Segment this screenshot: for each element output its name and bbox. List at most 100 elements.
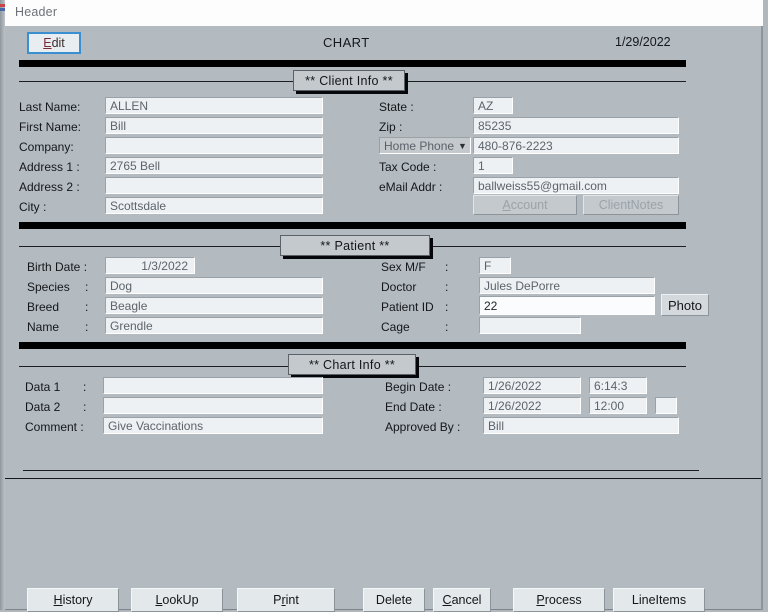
input-tax-code[interactable]: 1: [473, 157, 513, 174]
colon-species: :: [85, 280, 89, 294]
label-end-date: End Date :: [385, 400, 442, 414]
colon-sex: :: [445, 260, 449, 274]
input-end-time[interactable]: 12:00: [589, 397, 647, 414]
colon-data-1: :: [83, 380, 87, 394]
input-zip[interactable]: 85235: [473, 117, 679, 134]
history-button[interactable]: History: [27, 588, 119, 612]
colon-breed: :: [85, 300, 89, 314]
colon-data-2: :: [83, 400, 87, 414]
colon-patient-name: :: [85, 320, 89, 334]
phone-type-select[interactable]: Home Phone ▼: [379, 137, 471, 154]
cancel-button[interactable]: Cancel: [433, 588, 491, 612]
input-begin-time[interactable]: 6:14:3: [589, 377, 647, 394]
colon-patient-id: :: [445, 300, 449, 314]
account-button-label: ccount: [510, 198, 548, 212]
input-begin-date[interactable]: 1/26/2022: [483, 377, 581, 394]
input-city[interactable]: Scottsdale: [105, 197, 323, 214]
history-button-label: istory: [62, 593, 93, 607]
chevron-down-icon: ▼: [458, 140, 467, 151]
label-comment: Comment :: [25, 420, 84, 434]
label-state: State :: [379, 100, 414, 114]
window-title: Header: [15, 5, 58, 19]
input-end-extra[interactable]: [655, 397, 677, 414]
page-title: CHART: [323, 35, 370, 50]
input-sex[interactable]: F: [479, 257, 511, 274]
lineitems-button[interactable]: LineItems: [613, 588, 705, 612]
input-phone-number[interactable]: 480-876-2223: [473, 137, 679, 154]
input-patient-name[interactable]: Grendle: [105, 317, 323, 334]
chart-form: Edit CHART 1/29/2022 ** Client Info ** L…: [5, 26, 763, 612]
divider-detail-bottom: [23, 470, 699, 471]
input-first-name[interactable]: Bill: [105, 117, 323, 134]
input-data-2[interactable]: [103, 397, 323, 414]
label-first-name: First Name:: [19, 120, 82, 134]
divider-chartinfo: [19, 342, 686, 349]
section-header-chartinfo: ** Chart Info **: [288, 354, 416, 375]
input-last-name[interactable]: ALLEN: [105, 97, 323, 114]
phone-type-value: Home Phone: [384, 138, 455, 153]
input-birth-date[interactable]: 1/3/2022: [105, 257, 195, 274]
client-notes-button[interactable]: ClientNotes: [583, 195, 679, 215]
label-breed: Breed: [27, 300, 60, 314]
input-end-date[interactable]: 1/26/2022: [483, 397, 581, 414]
colon-cage: :: [445, 320, 449, 334]
input-species[interactable]: Dog: [105, 277, 323, 294]
lookup-button-label: ookUp: [162, 593, 199, 607]
label-email: eMail Addr :: [379, 180, 443, 194]
cancel-button-accel: C: [442, 593, 452, 607]
label-last-name: Last Name:: [19, 100, 81, 114]
lookup-button-accel: L: [155, 593, 163, 607]
edit-button[interactable]: Edit: [27, 32, 81, 54]
photo-button[interactable]: Photo: [661, 294, 709, 316]
header-date: 1/29/2022: [615, 35, 671, 49]
input-cage[interactable]: [479, 317, 581, 334]
label-patient-name: Name: [27, 320, 60, 334]
label-tax-code: Tax Code :: [379, 160, 437, 174]
process-button-label: rocess: [544, 593, 582, 607]
section-header-client: ** Client Info **: [293, 70, 405, 91]
lookup-button[interactable]: LookUp: [131, 588, 223, 612]
label-city: City :: [19, 200, 47, 214]
input-email[interactable]: ballweiss55@gmail.com: [473, 177, 679, 194]
edit-button-label: dit: [51, 36, 65, 50]
divider-patient: [19, 222, 686, 229]
label-data-2: Data 2: [25, 400, 61, 414]
label-zip: Zip :: [379, 120, 403, 134]
label-address-2: Address 2 :: [19, 180, 80, 194]
label-patient-id: Patient ID: [381, 300, 434, 314]
input-approved-by[interactable]: Bill: [483, 417, 679, 434]
account-button[interactable]: Account: [473, 195, 577, 215]
label-species: Species: [27, 280, 70, 294]
label-approved-by: Approved By :: [385, 420, 461, 434]
label-begin-date: Begin Date :: [385, 380, 452, 394]
input-data-1[interactable]: [103, 377, 323, 394]
print-button-label: int: [285, 593, 299, 607]
app-screen: Header Edit CHART 1/29/2022 ** Client In…: [0, 0, 768, 612]
input-doctor[interactable]: Jules DePorre: [479, 277, 655, 294]
delete-button[interactable]: Delete: [363, 588, 425, 612]
section-header-patient: ** Patient **: [280, 235, 430, 256]
label-address-1: Address 1 :: [19, 160, 80, 174]
print-button[interactable]: Pr int: [237, 588, 335, 612]
input-company[interactable]: [105, 137, 323, 154]
input-address-2[interactable]: [105, 177, 323, 194]
print-button-prefix: P: [273, 593, 282, 607]
label-company: Company:: [19, 140, 74, 154]
input-patient-id[interactable]: 22: [479, 296, 655, 315]
process-button-accel: P: [536, 593, 545, 607]
label-sex: Sex M/F: [381, 260, 426, 274]
process-button[interactable]: Process: [513, 588, 605, 612]
cancel-button-label: ancel: [451, 593, 482, 607]
divider-top: [19, 60, 686, 67]
label-doctor: Doctor: [381, 280, 417, 294]
input-state[interactable]: AZ: [473, 97, 513, 114]
edit-button-accel: E: [43, 36, 52, 50]
colon-doctor: :: [445, 280, 449, 294]
input-comment[interactable]: Give Vaccinations: [103, 417, 323, 434]
account-button-accel: A: [502, 198, 511, 212]
input-address-1[interactable]: 2765 Bell: [105, 157, 323, 174]
history-button-accel: H: [53, 593, 63, 607]
input-breed[interactable]: Beagle: [105, 297, 323, 314]
divider-footer-top: [5, 478, 763, 479]
label-birth-date: Birth Date :: [27, 260, 88, 274]
